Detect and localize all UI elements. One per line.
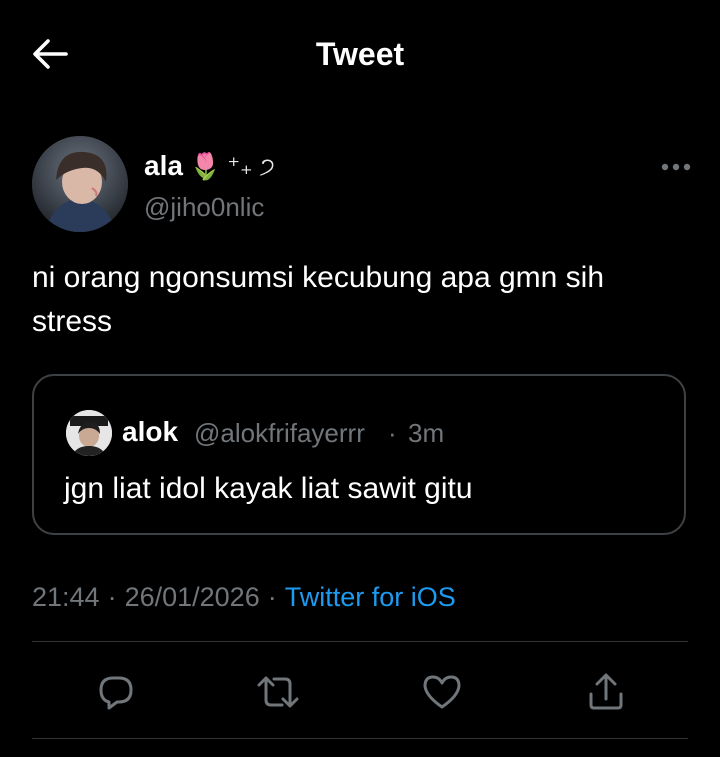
avatar-photo (32, 136, 128, 232)
author-handle[interactable]: @jiho0nlic (144, 192, 264, 223)
more-horizontal-icon (661, 163, 691, 171)
quoted-separator: · (388, 418, 397, 448)
tweet-text: ni orang ngonsumsi kecubung apa gmn sih … (32, 261, 605, 338)
tweet-meta: 21:44 · 26/01/2026 · Twitter for iOS (32, 582, 456, 613)
name-decoration: ⁺₊ ੭ (227, 152, 275, 180)
like-heart-icon (423, 675, 461, 709)
tweet-source-link[interactable]: Twitter for iOS (285, 582, 456, 612)
quoted-time: 3m (408, 418, 445, 448)
quoted-handle: @alokfrifayerrr (194, 418, 365, 448)
share-button[interactable] (582, 668, 630, 716)
author-display-name[interactable]: ala 🌷 ⁺₊ ੭ (144, 150, 275, 182)
tweet-date: 26/01/2026 (124, 582, 260, 612)
more-button[interactable] (658, 152, 694, 182)
reply-button[interactable] (92, 668, 140, 716)
tweet-time: 21:44 (32, 582, 100, 612)
author-name-text: ala (144, 150, 183, 181)
tweet-author: ala 🌷 ⁺₊ ੭ @jiho0nlic (32, 136, 692, 232)
top-bar: Tweet (0, 0, 720, 108)
quoted-avatar-photo (66, 410, 112, 456)
quoted-avatar (66, 410, 112, 456)
action-bar (0, 650, 720, 730)
divider (32, 641, 688, 642)
divider (32, 738, 688, 739)
quoted-tweet-card[interactable]: alok @alokfrifayerrr · 3m jgn liat idol … (32, 374, 686, 535)
retweet-button[interactable] (254, 668, 302, 716)
like-button[interactable] (418, 668, 466, 716)
retweet-icon (257, 676, 299, 708)
page-title: Tweet (315, 36, 405, 72)
share-icon (589, 673, 623, 710)
meta-separator: · (267, 582, 277, 612)
quoted-text: jgn liat idol kayak liat sawit gitu (64, 472, 473, 505)
quoted-display-name: alok (122, 416, 179, 447)
reply-icon (99, 676, 133, 710)
meta-separator: · (107, 582, 117, 612)
avatar[interactable] (32, 136, 128, 232)
tulip-emoji: 🌷 (188, 150, 222, 181)
